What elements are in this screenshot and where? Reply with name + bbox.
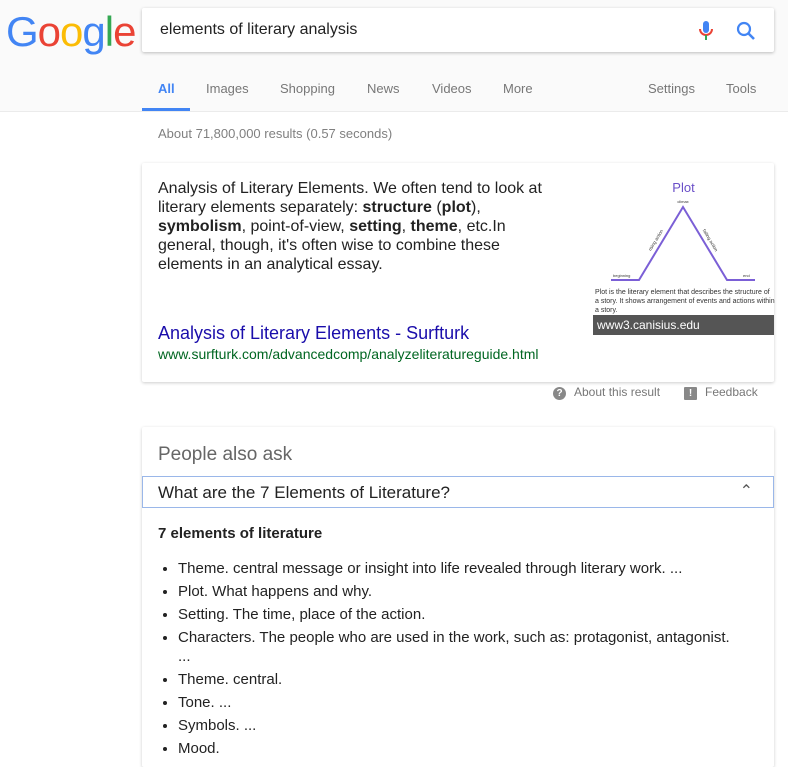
result-link[interactable]: Analysis of Literary Elements - Surfturk — [158, 323, 469, 344]
active-tab-indicator — [142, 108, 190, 111]
question-text: What are the 7 Elements of Literature? — [158, 483, 450, 502]
list-item: Tone. ... — [178, 691, 738, 714]
about-label: About this result — [574, 385, 661, 399]
feedback-label: Feedback — [705, 385, 758, 399]
tab-news[interactable]: News — [367, 81, 400, 96]
plot-line-chart: climax rising action falling action begi… — [611, 199, 755, 283]
image-source[interactable]: www3.canisius.edu — [593, 315, 774, 335]
paa-question[interactable]: What are the 7 Elements of Literature? ⌃ — [142, 476, 774, 508]
search-input[interactable] — [158, 20, 682, 40]
feedback-button[interactable]: ! Feedback — [684, 385, 758, 400]
list-item: Theme. central. — [178, 668, 738, 691]
list-item: Characters. The people who are used in t… — [178, 626, 738, 668]
tab-images[interactable]: Images — [206, 81, 249, 96]
plot-diagram-image[interactable]: Plot climax rising action falling action… — [593, 175, 775, 335]
chevron-up-icon[interactable]: ⌃ — [740, 481, 753, 501]
snippet-text: Analysis of Literary Elements. We often … — [158, 180, 542, 273]
plot-caption: Plot is the literary element that descri… — [595, 289, 775, 314]
result-stats: About 71,800,000 results (0.57 seconds) — [158, 126, 393, 141]
help-icon: ? — [553, 387, 566, 400]
about-this-result[interactable]: ? About this result — [553, 385, 660, 400]
tab-shopping[interactable]: Shopping — [280, 81, 335, 96]
answer-list: Theme. central message or insight into l… — [162, 557, 738, 760]
list-item: Mood. — [178, 737, 738, 760]
microphone-icon[interactable] — [698, 20, 714, 42]
tab-all[interactable]: All — [158, 81, 175, 96]
label-climax: climax — [677, 199, 688, 204]
list-item: Setting. The time, place of the action. — [178, 603, 738, 626]
result-url: www.surfturk.com/advancedcomp/analyzelit… — [158, 346, 539, 362]
answer-heading: 7 elements of literature — [158, 525, 323, 542]
settings-link[interactable]: Settings — [648, 81, 695, 96]
label-resolution: resolution — [733, 282, 750, 283]
search-icon[interactable] — [736, 21, 756, 41]
paa-title: People also ask — [158, 444, 293, 465]
label-exposition: exposition — [613, 282, 631, 283]
label-rising-action: rising action — [647, 228, 664, 252]
featured-snippet: Analysis of Literary Elements. We often … — [142, 163, 775, 382]
people-also-ask: People also ask What are the 7 Elements … — [142, 427, 774, 767]
tools-link[interactable]: Tools — [726, 81, 756, 96]
label-beginning: beginning — [613, 273, 630, 278]
tab-more[interactable]: More — [503, 81, 533, 96]
list-item: Plot. What happens and why. — [178, 580, 738, 603]
label-end: end — [743, 273, 750, 278]
tab-videos[interactable]: Videos — [432, 81, 472, 96]
search-box — [142, 8, 774, 52]
list-item: Symbols. ... — [178, 714, 738, 737]
google-logo[interactable]: Google — [6, 8, 136, 56]
plot-title: Plot — [672, 180, 695, 195]
list-item: Theme. central message or insight into l… — [178, 557, 738, 580]
header: Google All Images Shopping News Videos M… — [0, 0, 788, 112]
feedback-icon: ! — [684, 387, 697, 400]
